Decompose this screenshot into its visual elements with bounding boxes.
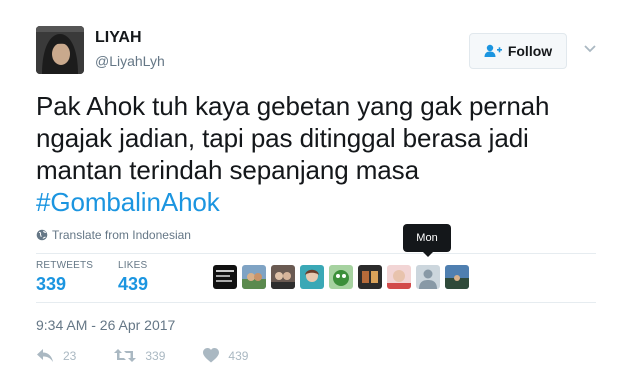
follow-button-label: Follow (507, 43, 553, 59)
liker-avatar[interactable] (358, 265, 382, 289)
liker-avatar[interactable] (271, 265, 295, 289)
likes-stat[interactable]: LIKES 439 (118, 260, 148, 295)
liker-tooltip: Mon (403, 224, 451, 257)
heart-icon (203, 348, 220, 363)
liker-avatar[interactable] (213, 265, 237, 289)
add-user-icon (484, 44, 502, 57)
liker-avatars (213, 265, 469, 289)
tweet-text: Pak Ahok tuh kaya gebetan yang gak perna… (36, 90, 606, 218)
translate-label: Translate from Indonesian (52, 228, 191, 242)
tweet-actions: 23 339 439 (36, 348, 286, 363)
likes-count: 439 (118, 274, 149, 294)
globe-icon (36, 229, 48, 241)
translate-link[interactable]: Translate from Indonesian (36, 228, 191, 242)
like-button[interactable]: 439 (203, 348, 248, 363)
liker-avatar[interactable] (300, 265, 324, 289)
retweets-stat[interactable]: RETWEETS 339 (36, 260, 93, 295)
tweet-text-line: mantan terindah sepanjang masa (36, 155, 419, 185)
liker-avatar[interactable] (242, 265, 266, 289)
liker-avatar[interactable] (387, 265, 411, 289)
retweet-count: 339 (145, 348, 166, 363)
reply-button[interactable]: 23 (36, 348, 76, 363)
retweets-label: RETWEETS (36, 260, 94, 271)
retweet-button[interactable]: 339 (114, 348, 165, 363)
author-handle[interactable]: @LiyahLyh (95, 53, 165, 69)
likes-label: LIKES (118, 260, 148, 271)
liker-avatar[interactable] (329, 265, 353, 289)
tweet-text-line: ngajak jadian, tapi pas ditinggal berasa… (36, 123, 529, 153)
author-avatar[interactable] (36, 26, 84, 74)
divider (36, 253, 596, 254)
chevron-down-icon[interactable] (583, 44, 597, 54)
tweet-text-line: Pak Ahok tuh kaya gebetan yang gak perna… (36, 91, 550, 121)
reply-icon (37, 349, 53, 362)
tweet-timestamp[interactable]: 9:34 AM - 26 Apr 2017 (36, 317, 175, 333)
liker-avatar[interactable] (445, 265, 469, 289)
follow-button[interactable]: Follow (469, 33, 567, 69)
divider (36, 302, 596, 303)
like-count: 439 (228, 348, 249, 363)
liker-avatar-mon[interactable] (416, 265, 440, 289)
reply-count: 23 (63, 348, 77, 363)
author-name[interactable]: LIYAH (95, 29, 142, 47)
retweets-count: 339 (36, 274, 67, 294)
retweet-icon (114, 349, 137, 362)
hashtag-link[interactable]: #GombalinAhok (36, 186, 606, 218)
